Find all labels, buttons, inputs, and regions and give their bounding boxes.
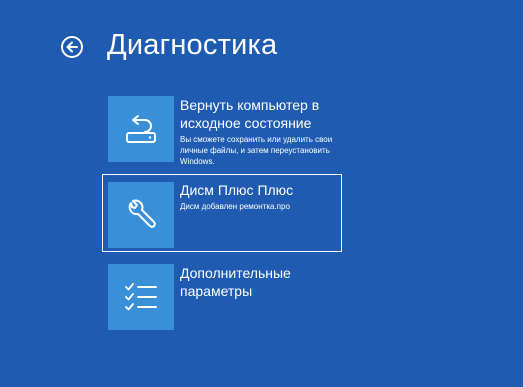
option-description: Вы сможете сохранить или удалить свои ли… — [180, 135, 333, 166]
option-text: Дисм Плюс Плюс Дисм добавлен ремонтка.пр… — [180, 181, 350, 212]
page-title: Диагностика — [107, 29, 278, 61]
option-dism-plus-plus[interactable]: Дисм Плюс Плюс Дисм добавлен ремонтка.пр… — [102, 174, 342, 252]
option-description: Дисм добавлен ремонтка.про — [180, 202, 290, 211]
option-text: Вернуть компьютер в исходное состояние В… — [180, 96, 350, 167]
option-title: Дополнительные параметры — [180, 265, 291, 299]
option-tile — [108, 264, 174, 330]
wrench-icon — [128, 199, 156, 228]
option-title: Дисм Плюс Плюс — [180, 182, 294, 198]
option-tile — [108, 96, 174, 162]
option-text: Дополнительные параметры — [180, 264, 350, 300]
checklist-icon — [125, 283, 157, 311]
option-tile — [108, 182, 174, 248]
back-button[interactable] — [61, 36, 83, 58]
option-title: Вернуть компьютер в исходное состояние — [180, 97, 320, 131]
option-reset-pc[interactable]: Вернуть компьютер в исходное состояние В… — [102, 96, 342, 174]
reset-pc-icon — [126, 115, 156, 143]
option-advanced-settings[interactable]: Дополнительные параметры — [102, 264, 342, 342]
back-arrow-icon — [66, 41, 78, 53]
